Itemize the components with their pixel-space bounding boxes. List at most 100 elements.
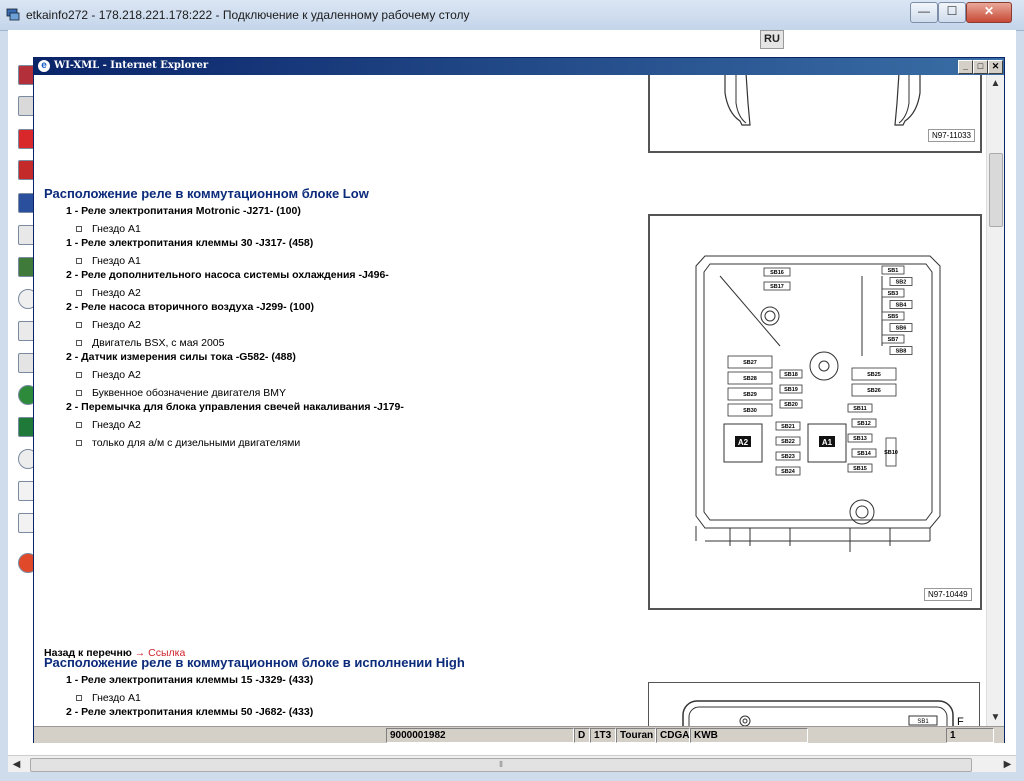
svg-text:SB10: SB10 — [884, 450, 898, 456]
relay-subitem: Буквенное обозначение двигателя BMY — [76, 387, 286, 399]
status-model-name: Touran — [616, 728, 656, 743]
svg-text:SB6: SB6 — [896, 326, 907, 332]
svg-text:SB17: SB17 — [770, 284, 784, 290]
section-title-low: Расположение реле в коммутационном блоке… — [44, 186, 369, 201]
ie-minimize-button[interactable]: _ — [958, 60, 973, 74]
fuse-sb5: SB5 — [881, 311, 905, 321]
svg-text:SB21: SB21 — [781, 424, 795, 430]
svg-text:SB18: SB18 — [784, 372, 798, 378]
ie-maximize-button[interactable]: □ — [973, 60, 988, 74]
section-title-high: Расположение реле в коммутационном блоке… — [44, 655, 465, 670]
fuse-sb20: SB20 — [779, 399, 803, 409]
bullet-icon — [76, 695, 82, 702]
bullet-icon — [76, 226, 82, 233]
bullet-icon — [76, 340, 82, 347]
status-page: 1 — [946, 728, 994, 743]
relay-a2: A2 — [723, 423, 763, 463]
fuse-sb15: SB15 — [847, 463, 873, 473]
status-gearbox: KWB — [690, 728, 808, 743]
relay-item: 1 - Реле электропитания клеммы 15 -J329-… — [66, 674, 314, 686]
relay-item: 2 - Реле насоса вторичного воздуха -J299… — [66, 301, 315, 313]
svg-text:SB7: SB7 — [888, 337, 899, 343]
scroll-thumb[interactable] — [989, 153, 1003, 227]
svg-text:SB12: SB12 — [857, 421, 871, 427]
fuse-sb16: SB16 — [763, 267, 791, 277]
fuse-sb7: SB7 — [881, 334, 905, 344]
svg-text:SB22: SB22 — [781, 439, 795, 445]
fuse-group: SB1 SB2 SB3 SB4 SB5 SB6 SB7 SB8 SB16 SB17 SB27 SB28… — [723, 265, 913, 476]
scroll-down-icon[interactable]: ▼ — [987, 709, 1004, 726]
horizontal-scrollbar[interactable]: ◀ ⦀ ▶ — [8, 755, 1016, 773]
scroll-up-icon[interactable]: ▲ — [987, 75, 1004, 92]
bullet-icon — [76, 290, 82, 297]
fuse-sb13: SB13 — [847, 433, 873, 443]
svg-text:SB30: SB30 — [743, 408, 757, 414]
fuse-sb22: SB22 — [775, 436, 801, 446]
fuse-box-diagram: SB1 SB2 SB3 SB4 SB5 SB6 SB7 SB8 SB16 SB17 SB27 SB28… — [695, 255, 941, 552]
rdp-minimize-button[interactable]: — — [910, 2, 938, 23]
figure-top-partial: N97-11033 — [648, 75, 982, 153]
svg-text:SB29: SB29 — [743, 392, 757, 398]
svg-text:A1: A1 — [822, 438, 833, 447]
fuse-sb6: SB6 — [889, 323, 913, 332]
figure-bottom-drawing: SB1 F — [682, 700, 964, 726]
scroll-thumb[interactable]: ⦀ — [30, 758, 972, 772]
scroll-left-icon[interactable]: ◀ — [8, 756, 25, 773]
fuse-sb12: SB12 — [851, 418, 877, 428]
fuse-sb25: SB25 — [851, 367, 897, 381]
fuse-sb1: SB1 — [881, 265, 905, 275]
relay-subitem: только для а/м с дизельными двигателями — [76, 437, 300, 449]
svg-text:SB24: SB24 — [781, 469, 796, 475]
bullet-icon — [76, 322, 82, 329]
svg-text:SB2: SB2 — [896, 280, 907, 286]
language-indicator[interactable]: RU — [760, 30, 784, 49]
relay-subitem: Гнездо A1 — [76, 223, 141, 235]
svg-text:SB11: SB11 — [853, 406, 866, 412]
fuse-sb14: SB14 — [851, 448, 877, 458]
figure-label: N97-11033 — [928, 129, 975, 142]
vertical-scrollbar[interactable]: ▲ ▼ — [986, 75, 1004, 726]
rdp-maximize-button[interactable]: ☐ — [938, 2, 966, 23]
relay-subitem: Гнездо A2 — [76, 319, 141, 331]
relay-subitem: Гнездо A2 — [76, 419, 141, 431]
fuse-sb24: SB24 — [775, 466, 801, 476]
bullet-icon — [76, 372, 82, 379]
relay-item: 2 - Реле дополнительного насоса системы … — [66, 269, 389, 281]
fuse-sb10: SB10 — [884, 437, 898, 467]
rdp-title-bar[interactable]: etkainfo272 - 178.218.221.178:222 - Подк… — [0, 0, 1024, 31]
ie-close-button[interactable]: ✕ — [988, 60, 1003, 74]
svg-text:SB20: SB20 — [784, 402, 798, 408]
bullet-icon — [76, 258, 82, 265]
fuse-sb3: SB3 — [881, 288, 905, 298]
fuse-sb18: SB18 — [779, 369, 803, 379]
relay-a1: A1 — [807, 423, 847, 463]
status-bar: 9000001982 D 1T3 Touran CDGA KWB 1 — [34, 726, 1004, 743]
rdp-close-button[interactable]: ✕ — [966, 2, 1012, 23]
ie-title-bar[interactable]: e WI-XML - Internet Explorer _ □ ✕ — [34, 58, 1004, 75]
relay-subitem: Гнездо A1 — [76, 255, 141, 267]
bullet-icon — [76, 422, 82, 429]
svg-text:SB25: SB25 — [867, 372, 881, 378]
status-code: D — [574, 728, 590, 743]
scroll-right-icon[interactable]: ▶ — [999, 756, 1016, 773]
fuse-sb27: SB27 — [727, 355, 773, 369]
fuse-sb29: SB29 — [727, 387, 773, 401]
figure-bottom-fuse-label: SB1 — [917, 719, 929, 725]
svg-text:SB5: SB5 — [888, 314, 899, 320]
svg-text:SB4: SB4 — [896, 303, 908, 309]
relay-item: 1 - Реле электропитания клеммы 30 -J317-… — [66, 237, 314, 249]
remote-desktop-icon — [6, 8, 20, 21]
relay-item: 2 - Перемычка для блока управления свече… — [66, 401, 404, 413]
svg-text:SB28: SB28 — [743, 376, 757, 382]
fuse-sb11: SB11 — [847, 403, 873, 413]
fuse-sb28: SB28 — [727, 371, 773, 385]
relay-item: 1 - Реле электропитания Motronic -J271- … — [66, 205, 301, 217]
fuse-sb8: SB8 — [889, 346, 913, 355]
document-content[interactable]: N97-11033 Расположение реле в коммутацио… — [34, 75, 986, 726]
ie-window-title: WI-XML - Internet Explorer — [54, 60, 209, 71]
fuse-sb4: SB4 — [889, 300, 913, 309]
svg-text:SB14: SB14 — [857, 451, 872, 457]
svg-text:SB27: SB27 — [743, 360, 757, 366]
status-doc-number: 9000001982 — [386, 728, 574, 743]
ie-window: e WI-XML - Internet Explorer _ □ ✕ N97-1… — [33, 57, 1005, 743]
